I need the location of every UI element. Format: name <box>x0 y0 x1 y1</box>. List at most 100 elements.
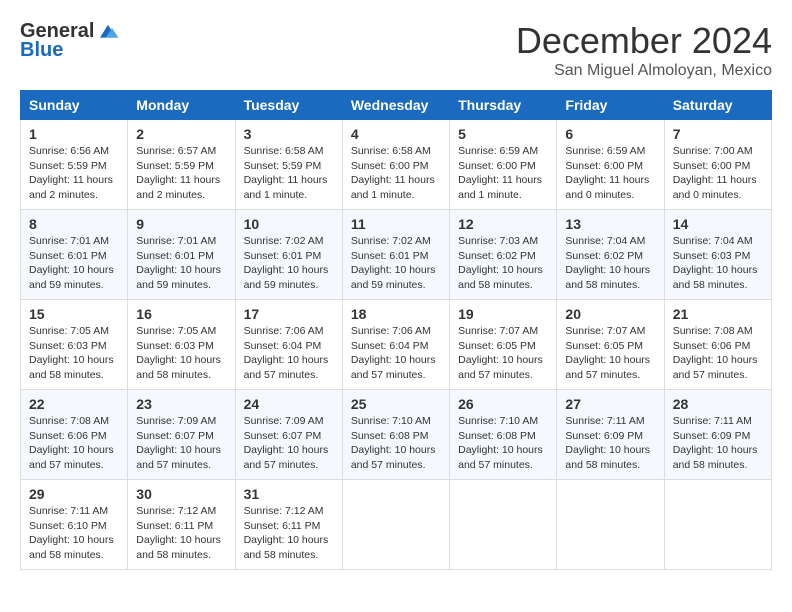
day-info: Sunrise: 7:05 AMSunset: 6:03 PMDaylight:… <box>29 324 119 383</box>
day-info: Sunrise: 7:12 AMSunset: 6:11 PMDaylight:… <box>244 504 334 563</box>
day-info: Sunrise: 7:06 AMSunset: 6:04 PMDaylight:… <box>244 324 334 383</box>
location-subtitle: San Miguel Almoloyan, Mexico <box>516 62 772 80</box>
logo-icon <box>96 22 120 42</box>
day-number: 2 <box>136 126 226 142</box>
day-info: Sunrise: 7:12 AMSunset: 6:11 PMDaylight:… <box>136 504 226 563</box>
day-info: Sunrise: 7:10 AMSunset: 6:08 PMDaylight:… <box>458 414 548 473</box>
day-number: 17 <box>244 306 334 322</box>
calendar-day-cell: 3 Sunrise: 6:58 AMSunset: 5:59 PMDaylight… <box>235 120 342 210</box>
day-info: Sunrise: 7:10 AMSunset: 6:08 PMDaylight:… <box>351 414 441 473</box>
month-title: December 2024 <box>516 20 772 62</box>
day-info: Sunrise: 7:06 AMSunset: 6:04 PMDaylight:… <box>351 324 441 383</box>
calendar-day-cell: 12 Sunrise: 7:03 AMSunset: 6:02 PMDayligh… <box>450 210 557 300</box>
calendar-day-cell: 29 Sunrise: 7:11 AMSunset: 6:10 PMDayligh… <box>21 480 128 570</box>
calendar-day-cell: 26 Sunrise: 7:10 AMSunset: 6:08 PMDayligh… <box>450 390 557 480</box>
day-info: Sunrise: 6:58 AMSunset: 5:59 PMDaylight:… <box>244 144 334 203</box>
calendar-table: SundayMondayTuesdayWednesdayThursdayFrid… <box>20 90 772 570</box>
day-header-sunday: Sunday <box>21 91 128 120</box>
calendar-day-cell: 25 Sunrise: 7:10 AMSunset: 6:08 PMDayligh… <box>342 390 449 480</box>
calendar-day-cell: 15 Sunrise: 7:05 AMSunset: 6:03 PMDayligh… <box>21 300 128 390</box>
day-header-monday: Monday <box>128 91 235 120</box>
day-info: Sunrise: 7:05 AMSunset: 6:03 PMDaylight:… <box>136 324 226 383</box>
day-number: 15 <box>29 306 119 322</box>
calendar-day-cell: 23 Sunrise: 7:09 AMSunset: 6:07 PMDayligh… <box>128 390 235 480</box>
day-number: 24 <box>244 396 334 412</box>
empty-cell <box>557 480 664 570</box>
calendar-day-cell: 14Sunrise: 7:04 AMSunset: 6:03 PMDayligh… <box>664 210 771 300</box>
day-number: 23 <box>136 396 226 412</box>
day-number: 1 <box>29 126 119 142</box>
day-number: 3 <box>244 126 334 142</box>
logo-blue-text: Blue <box>20 39 63 62</box>
calendar-day-cell: 10 Sunrise: 7:02 AMSunset: 6:01 PMDayligh… <box>235 210 342 300</box>
day-info: Sunrise: 7:03 AMSunset: 6:02 PMDaylight:… <box>458 234 548 293</box>
day-info: Sunrise: 6:56 AMSunset: 5:59 PMDaylight:… <box>29 144 119 203</box>
day-info: Sunrise: 7:09 AMSunset: 6:07 PMDaylight:… <box>136 414 226 473</box>
empty-cell <box>342 480 449 570</box>
day-number: 10 <box>244 216 334 232</box>
calendar-week-row: 15 Sunrise: 7:05 AMSunset: 6:03 PMDayligh… <box>21 300 772 390</box>
calendar-day-cell: 18 Sunrise: 7:06 AMSunset: 6:04 PMDayligh… <box>342 300 449 390</box>
day-number: 12 <box>458 216 548 232</box>
calendar-day-cell: 2 Sunrise: 6:57 AMSunset: 5:59 PMDaylight… <box>128 120 235 210</box>
day-header-friday: Friday <box>557 91 664 120</box>
calendar-day-cell: 31 Sunrise: 7:12 AMSunset: 6:11 PMDayligh… <box>235 480 342 570</box>
calendar-week-row: 29 Sunrise: 7:11 AMSunset: 6:10 PMDayligh… <box>21 480 772 570</box>
day-info: Sunrise: 6:57 AMSunset: 5:59 PMDaylight:… <box>136 144 226 203</box>
day-number: 31 <box>244 486 334 502</box>
day-info: Sunrise: 7:11 AMSunset: 6:09 PMDaylight:… <box>673 414 763 473</box>
day-info: Sunrise: 7:08 AMSunset: 6:06 PMDaylight:… <box>29 414 119 473</box>
day-number: 29 <box>29 486 119 502</box>
day-number: 11 <box>351 216 441 232</box>
day-info: Sunrise: 7:02 AMSunset: 6:01 PMDaylight:… <box>244 234 334 293</box>
day-info: Sunrise: 7:11 AMSunset: 6:09 PMDaylight:… <box>565 414 655 473</box>
day-number: 21 <box>673 306 763 322</box>
calendar-week-row: 22Sunrise: 7:08 AMSunset: 6:06 PMDayligh… <box>21 390 772 480</box>
calendar-day-cell: 1 Sunrise: 6:56 AMSunset: 5:59 PMDaylight… <box>21 120 128 210</box>
calendar-week-row: 8 Sunrise: 7:01 AMSunset: 6:01 PMDaylight… <box>21 210 772 300</box>
day-number: 6 <box>565 126 655 142</box>
logo: General Blue <box>20 20 120 62</box>
calendar-day-cell: 24 Sunrise: 7:09 AMSunset: 6:07 PMDayligh… <box>235 390 342 480</box>
day-info: Sunrise: 7:09 AMSunset: 6:07 PMDaylight:… <box>244 414 334 473</box>
day-number: 4 <box>351 126 441 142</box>
day-number: 13 <box>565 216 655 232</box>
day-info: Sunrise: 6:59 AMSunset: 6:00 PMDaylight:… <box>565 144 655 203</box>
day-header-tuesday: Tuesday <box>235 91 342 120</box>
day-info: Sunrise: 6:59 AMSunset: 6:00 PMDaylight:… <box>458 144 548 203</box>
day-number: 8 <box>29 216 119 232</box>
calendar-day-cell: 7 Sunrise: 7:00 AMSunset: 6:00 PMDaylight… <box>664 120 771 210</box>
day-info: Sunrise: 7:07 AMSunset: 6:05 PMDaylight:… <box>565 324 655 383</box>
day-info: Sunrise: 7:11 AMSunset: 6:10 PMDaylight:… <box>29 504 119 563</box>
calendar-header-row: SundayMondayTuesdayWednesdayThursdayFrid… <box>21 91 772 120</box>
day-number: 16 <box>136 306 226 322</box>
day-info: Sunrise: 7:04 AMSunset: 6:02 PMDaylight:… <box>565 234 655 293</box>
day-header-saturday: Saturday <box>664 91 771 120</box>
calendar-day-cell: 19Sunrise: 7:07 AMSunset: 6:05 PMDayligh… <box>450 300 557 390</box>
calendar-day-cell: 4Sunrise: 6:58 AMSunset: 6:00 PMDaylight… <box>342 120 449 210</box>
day-number: 26 <box>458 396 548 412</box>
day-info: Sunrise: 7:00 AMSunset: 6:00 PMDaylight:… <box>673 144 763 203</box>
calendar-day-cell: 9Sunrise: 7:01 AMSunset: 6:01 PMDaylight… <box>128 210 235 300</box>
day-info: Sunrise: 7:07 AMSunset: 6:05 PMDaylight:… <box>458 324 548 383</box>
calendar-week-row: 1 Sunrise: 6:56 AMSunset: 5:59 PMDaylight… <box>21 120 772 210</box>
day-number: 18 <box>351 306 441 322</box>
day-info: Sunrise: 7:01 AMSunset: 6:01 PMDaylight:… <box>29 234 119 293</box>
day-number: 7 <box>673 126 763 142</box>
title-section: December 2024 San Miguel Almoloyan, Mexi… <box>516 20 772 80</box>
day-info: Sunrise: 7:02 AMSunset: 6:01 PMDaylight:… <box>351 234 441 293</box>
calendar-day-cell: 17 Sunrise: 7:06 AMSunset: 6:04 PMDayligh… <box>235 300 342 390</box>
calendar-day-cell: 22Sunrise: 7:08 AMSunset: 6:06 PMDayligh… <box>21 390 128 480</box>
day-number: 9 <box>136 216 226 232</box>
day-info: Sunrise: 7:04 AMSunset: 6:03 PMDaylight:… <box>673 234 763 293</box>
calendar-day-cell: 21Sunrise: 7:08 AMSunset: 6:06 PMDayligh… <box>664 300 771 390</box>
calendar-day-cell: 6 Sunrise: 6:59 AMSunset: 6:00 PMDaylight… <box>557 120 664 210</box>
calendar-day-cell: 16 Sunrise: 7:05 AMSunset: 6:03 PMDayligh… <box>128 300 235 390</box>
day-number: 25 <box>351 396 441 412</box>
day-number: 5 <box>458 126 548 142</box>
day-header-thursday: Thursday <box>450 91 557 120</box>
calendar-day-cell: 20Sunrise: 7:07 AMSunset: 6:05 PMDayligh… <box>557 300 664 390</box>
calendar-day-cell: 5 Sunrise: 6:59 AMSunset: 6:00 PMDaylight… <box>450 120 557 210</box>
calendar-day-cell: 30Sunrise: 7:12 AMSunset: 6:11 PMDayligh… <box>128 480 235 570</box>
calendar-day-cell: 8 Sunrise: 7:01 AMSunset: 6:01 PMDaylight… <box>21 210 128 300</box>
